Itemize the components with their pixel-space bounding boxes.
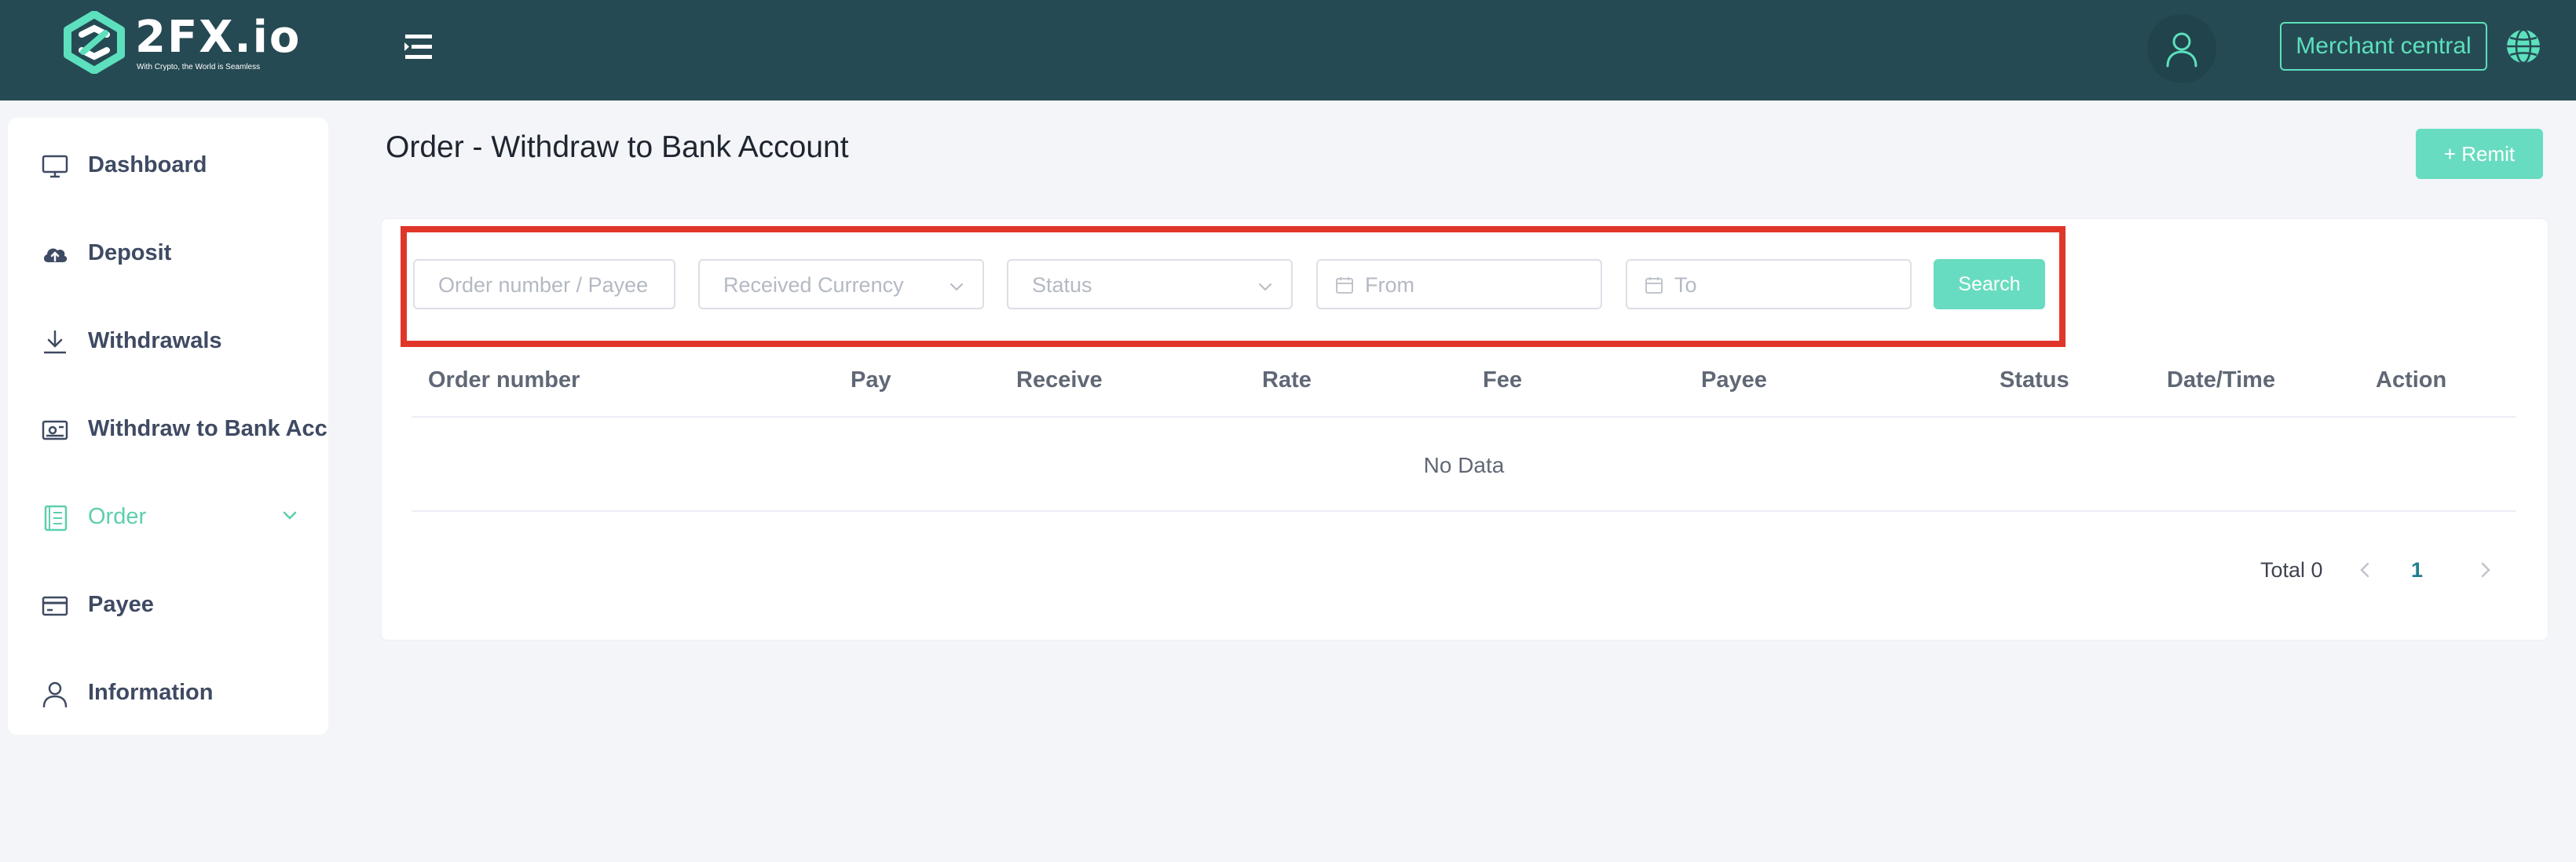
remit-button[interactable]: + Remit xyxy=(2416,129,2543,179)
brand-logo[interactable]: 2FX.io With Crypto, the World is Seamles… xyxy=(63,11,299,74)
input-placeholder: From xyxy=(1365,273,1414,297)
column-header-rate[interactable]: Rate xyxy=(1262,366,1312,394)
document-list-icon xyxy=(44,505,68,531)
menu-toggle-icon[interactable] xyxy=(402,31,437,63)
cloud-upload-icon xyxy=(43,248,68,262)
user-icon xyxy=(42,681,68,708)
received-currency-select[interactable]: Received Currency xyxy=(698,259,984,309)
chevron-right-icon[interactable] xyxy=(2474,556,2497,584)
sidebar-item-deposit[interactable]: Deposit xyxy=(8,221,328,284)
date-from-picker[interactable]: From xyxy=(1316,259,1602,309)
sidebar-item-label: Deposit xyxy=(88,240,172,265)
column-header-pay[interactable]: Pay xyxy=(851,366,891,394)
sidebar-item-label: Order xyxy=(88,504,147,529)
chevron-left-icon[interactable] xyxy=(2353,556,2377,584)
table-bottom-divider xyxy=(412,510,2516,512)
sidebar: Dashboard Deposit Withdrawals Withdraw t… xyxy=(8,118,328,735)
download-icon xyxy=(44,330,66,354)
order-search-input[interactable]: Order number / Payee xyxy=(413,259,675,309)
input-placeholder: To xyxy=(1674,273,1697,297)
sidebar-item-withdraw-to-bank[interactable]: Withdraw to Bank Account xyxy=(8,397,328,460)
logo-text: 2FX.io xyxy=(135,12,302,63)
user-icon xyxy=(2166,32,2197,68)
date-to-picker[interactable]: To xyxy=(1626,259,1912,309)
table-header-divider xyxy=(412,416,2516,418)
select-placeholder: Status xyxy=(1032,273,1092,297)
sidebar-item-label: Information xyxy=(88,680,214,705)
empty-state-text: No Data xyxy=(1423,453,1505,477)
column-header-fee[interactable]: Fee xyxy=(1483,366,1522,394)
sidebar-item-payee[interactable]: Payee xyxy=(8,573,328,636)
sidebar-item-label: Dashboard xyxy=(88,152,207,177)
status-select[interactable]: Status xyxy=(1007,259,1293,309)
column-header-action[interactable]: Action xyxy=(2376,366,2446,394)
chevron-down-icon xyxy=(950,283,963,291)
globe-icon[interactable] xyxy=(2505,28,2541,64)
sidebar-item-label: Withdraw to Bank Account xyxy=(88,416,328,441)
logo-tagline: With Crypto, the World is Seamless xyxy=(137,63,261,71)
monitor-icon xyxy=(42,155,68,178)
sidebar-item-label: Withdrawals xyxy=(88,328,222,353)
input-placeholder: Order number / Payee xyxy=(438,273,649,297)
sidebar-item-order[interactable]: Order xyxy=(8,485,328,548)
select-placeholder: Received Currency xyxy=(723,273,904,297)
calendar-icon xyxy=(1645,277,1663,294)
calendar-icon xyxy=(1336,277,1353,294)
sidebar-item-dashboard[interactable]: Dashboard xyxy=(8,133,328,196)
search-button[interactable]: Search xyxy=(1934,259,2045,309)
top-header: 2FX.io With Crypto, the World is Seamles… xyxy=(0,0,2576,100)
column-header-order-number[interactable]: Order number xyxy=(428,366,580,394)
page-title: Order - Withdraw to Bank Account xyxy=(386,130,849,164)
merchant-central-button[interactable]: Merchant central xyxy=(2280,22,2487,71)
column-header-status[interactable]: Status xyxy=(2000,366,2069,394)
sidebar-item-withdrawals[interactable]: Withdrawals xyxy=(8,309,328,372)
pagination-total: Total 0 xyxy=(2260,558,2323,582)
credit-card-icon xyxy=(42,596,68,616)
avatar-button[interactable] xyxy=(2147,14,2216,83)
column-header-date-time[interactable]: Date/Time xyxy=(2167,366,2275,394)
column-header-payee[interactable]: Payee xyxy=(1701,366,1767,394)
pagination-page-1[interactable]: 1 xyxy=(2411,557,2423,583)
column-header-receive[interactable]: Receive xyxy=(1016,366,1103,394)
chevron-down-icon xyxy=(283,511,297,520)
bank-card-icon xyxy=(42,420,68,440)
logo-icon xyxy=(64,11,125,74)
sidebar-item-label: Payee xyxy=(88,592,154,617)
chevron-down-icon xyxy=(1259,283,1272,291)
sidebar-item-information[interactable]: Information xyxy=(8,661,328,724)
